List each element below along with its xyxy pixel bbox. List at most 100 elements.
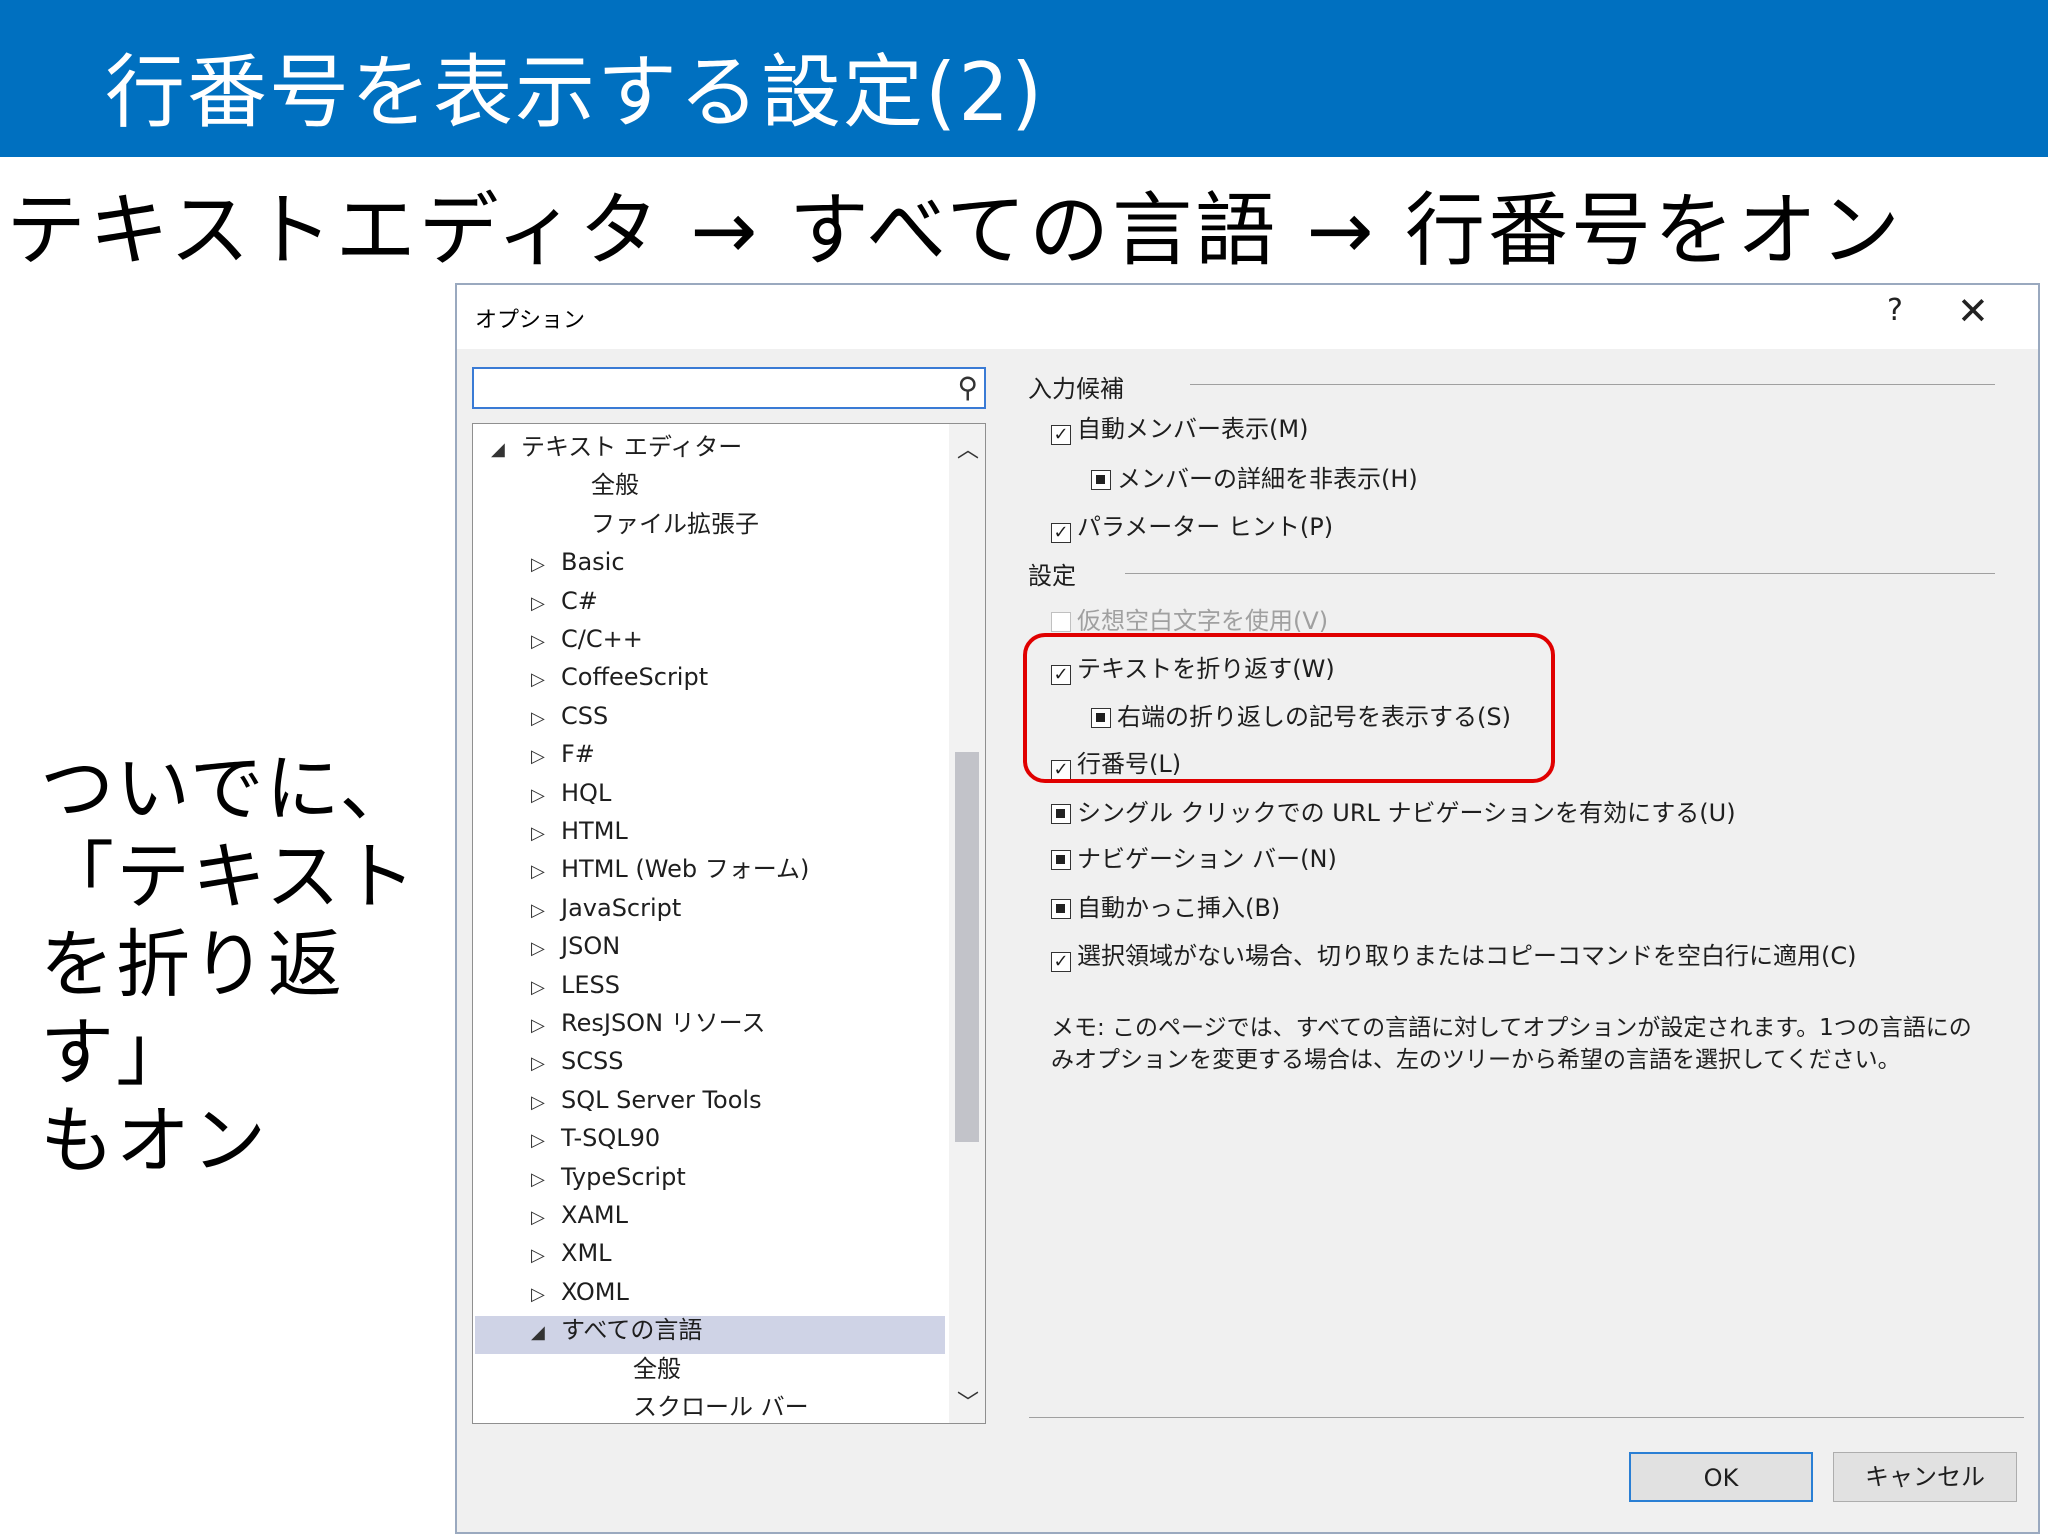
search-icon[interactable]: ⚲ [957, 371, 978, 404]
option-row[interactable]: メンバーの詳細を非表示(H) [1091, 459, 1418, 494]
tree-item-label: テキスト エディター [521, 433, 743, 461]
tree-item[interactable]: ▷ XOML [531, 1273, 629, 1311]
expand-arrow-icon[interactable]: ▷ [531, 853, 561, 891]
tree-item[interactable]: ▷ C/C++ [531, 620, 643, 658]
tree-item-label: HTML [561, 817, 628, 845]
tree-item[interactable]: ▷ SCSS [531, 1042, 623, 1080]
expand-arrow-icon[interactable]: ▷ [531, 1122, 561, 1160]
tree-item[interactable]: ▷ Basic [531, 543, 625, 581]
expand-arrow-icon[interactable]: ▷ [531, 969, 561, 1007]
expand-arrow-icon[interactable]: ▷ [531, 1276, 561, 1314]
tree-item-label: SCSS [561, 1047, 624, 1076]
expand-arrow-icon[interactable]: ▷ [531, 815, 561, 853]
help-button[interactable]: ? [1887, 293, 1903, 328]
cancel-button[interactable]: キャンセル [1833, 1452, 2017, 1502]
expand-arrow-icon[interactable]: ▷ [531, 1084, 561, 1122]
tree-item-label: XOML [561, 1277, 629, 1306]
side-note-line: もオン [40, 1098, 268, 1184]
tree-item[interactable]: ◢ すべての言語 [531, 1311, 702, 1349]
tree-item-label: スクロール バー [633, 1393, 809, 1421]
tree-item[interactable]: ▷ TypeScript [531, 1158, 686, 1196]
tree-item[interactable]: ▷ XAML [531, 1196, 628, 1234]
expand-arrow-icon[interactable]: ▷ [531, 738, 561, 776]
section-input: 入力候補 [1028, 375, 1124, 403]
tree-item[interactable]: ▷ F# [531, 735, 595, 773]
side-note: ついでに、 「テキスト を折り返 す」 もオン [40, 745, 440, 1185]
option-row: 仮想空白文字を使用(V) [1051, 601, 1328, 636]
expand-arrow-icon[interactable]: ▷ [531, 892, 561, 930]
expand-arrow-icon[interactable]: ▷ [531, 661, 561, 699]
tree-item[interactable]: ▷ CSS [531, 697, 608, 735]
tree-item[interactable]: ファイル拡張子 [561, 505, 759, 543]
expand-arrow-icon[interactable]: ▷ [531, 1007, 561, 1045]
tree-item-label: すべての言語 [561, 1316, 703, 1345]
tree-item-label: JavaScript [561, 893, 682, 922]
option-checkbox[interactable] [1051, 850, 1071, 870]
tree-item-label: C/C++ [561, 625, 643, 653]
tree-item[interactable]: 全般 [561, 466, 639, 504]
expand-arrow-icon[interactable]: ▷ [531, 1199, 561, 1237]
side-note-line: ついでに、 [40, 746, 416, 832]
option-checkbox[interactable] [1051, 804, 1071, 824]
option-row[interactable]: シングル クリックでの URL ナビゲーションを有効にする(U) [1051, 793, 1736, 828]
tree-item[interactable]: ▷ HTML (Web フォーム) [531, 850, 809, 888]
tree-item[interactable]: ▷ CoffeeScript [531, 658, 708, 696]
option-row[interactable]: ✓ 選択領域がない場合、切り取りまたはコピーコマンドを空白行に適用(C) [1051, 936, 1856, 972]
tree-item[interactable]: ◢ テキスト エディター [491, 428, 742, 466]
tree-item[interactable]: ▷ HQL [531, 774, 611, 812]
option-checkbox[interactable] [1091, 470, 1111, 490]
tree-item[interactable]: ▷ HTML [531, 812, 628, 850]
tree-item-label: ResJSON リソース [561, 1009, 766, 1037]
expand-arrow-icon[interactable]: ▷ [531, 1161, 561, 1199]
tree-scrollbar[interactable]: ︿ ﹀ [949, 424, 985, 1423]
chevron-down-icon[interactable]: ﹀ [957, 1385, 979, 1417]
option-checkbox[interactable] [1051, 899, 1071, 919]
option-row[interactable]: 自動かっこ挿入(B) [1051, 888, 1280, 923]
note-text: メモ: このページでは、すべての言語に対してオプションが設定されます。1つの言語… [1051, 1015, 1972, 1073]
dialog-title: オプション [475, 308, 586, 333]
expand-arrow-icon[interactable]: ▷ [531, 700, 561, 738]
option-row[interactable]: ✓ 自動メンバー表示(M) [1051, 409, 1308, 445]
option-label: パラメーター ヒント(P) [1077, 513, 1334, 541]
tree-item-label: ファイル拡張子 [591, 509, 759, 538]
expand-arrow-icon[interactable]: ▷ [531, 585, 561, 623]
expand-arrow-icon[interactable]: ▷ [531, 546, 561, 584]
scroll-thumb[interactable] [955, 752, 979, 1142]
tree-item-label: SQL Server Tools [561, 1085, 762, 1114]
option-checkbox[interactable]: ✓ [1051, 425, 1071, 445]
dialog-header: オプション ? ✕ [457, 285, 2038, 349]
expand-arrow-icon[interactable]: ▷ [531, 623, 561, 661]
tree-item[interactable]: ▷ T-SQL90 [531, 1119, 660, 1157]
expand-arrow-icon[interactable]: ▷ [531, 777, 561, 815]
tree-item[interactable]: ▷ C# [531, 582, 598, 620]
option-checkbox[interactable]: ✓ [1051, 523, 1071, 543]
collapse-arrow-icon[interactable]: ◢ [531, 1314, 561, 1352]
search-input[interactable]: ⚲ [472, 367, 986, 409]
collapse-arrow-icon[interactable]: ◢ [491, 431, 521, 469]
tree-item[interactable]: ▷ XML [531, 1234, 612, 1272]
tree-item[interactable]: ▷ JSON [531, 927, 620, 965]
expand-arrow-icon[interactable]: ▷ [531, 1045, 561, 1083]
red-highlight-box [1023, 633, 1555, 783]
ok-button[interactable]: OK [1629, 1452, 1813, 1502]
title-bar: 行番号を表示する設定(2) [0, 0, 2048, 157]
tree-item-label: HTML (Web フォーム) [561, 855, 810, 884]
option-checkbox [1051, 612, 1071, 632]
footer-divider [1029, 1417, 2024, 1418]
close-button[interactable]: ✕ [1957, 289, 1989, 333]
expand-arrow-icon[interactable]: ▷ [531, 1237, 561, 1275]
tree-item-label: HQL [561, 778, 612, 807]
tree-item[interactable]: ▷ ResJSON リソース [531, 1004, 765, 1042]
tree-item[interactable]: ▷ LESS [531, 966, 620, 1004]
tree-item[interactable]: ▷ JavaScript [531, 889, 681, 927]
options-dialog: オプション ? ✕ ⚲ ◢ テキスト エディター 全般 ファイル拡張子 ▷ Basic ▷ C… [455, 283, 2040, 1534]
tree-item[interactable]: 全般 [603, 1350, 681, 1388]
chevron-up-icon[interactable]: ︿ [957, 432, 979, 464]
tree-item[interactable]: スクロール バー [603, 1388, 809, 1423]
tree-item[interactable]: ▷ SQL Server Tools [531, 1081, 762, 1119]
expand-arrow-icon[interactable]: ▷ [531, 930, 561, 968]
option-row[interactable]: ナビゲーション バー(N) [1051, 839, 1337, 874]
option-checkbox[interactable]: ✓ [1051, 952, 1071, 972]
tree-item-label: C# [561, 586, 598, 615]
option-row[interactable]: ✓ パラメーター ヒント(P) [1051, 507, 1333, 543]
